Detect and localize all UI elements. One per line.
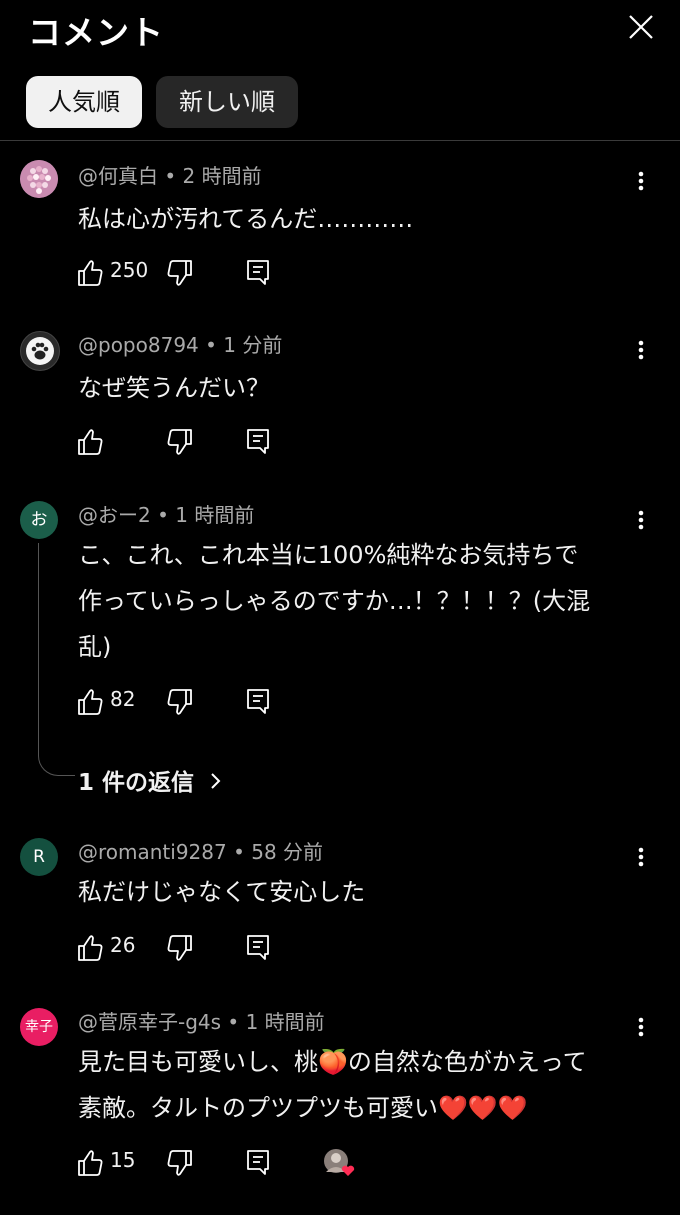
reply-comment-icon xyxy=(247,260,269,285)
thumb-up-icon xyxy=(78,1150,103,1176)
comment-meta: @何真白 • 2 時間前 xyxy=(78,160,262,189)
more-vert-icon xyxy=(638,171,644,191)
comment-time: 2 時間前 xyxy=(182,164,262,188)
meta-separator: • xyxy=(198,333,224,357)
thumb-down-icon xyxy=(167,429,192,455)
comment-actions: 250 xyxy=(76,256,396,290)
close-button[interactable] xyxy=(620,6,662,48)
reply-button[interactable] xyxy=(244,256,272,290)
chip-newest[interactable]: 新しい順 xyxy=(156,76,298,128)
flower-avatar-icon xyxy=(20,160,58,198)
more-button[interactable] xyxy=(626,1012,656,1042)
paw-avatar-icon xyxy=(26,337,54,365)
reply-comment-icon xyxy=(247,935,269,960)
comment-text: 見た目も可愛いし、桃🍑の自然な色がかえって 素敵。タルトのプツプツも可愛い❤️❤… xyxy=(78,1039,648,1131)
meta-separator: • xyxy=(221,1010,246,1034)
like-count: 82 xyxy=(110,687,136,711)
thumb-down-icon xyxy=(167,689,192,715)
comment-actions: 82 xyxy=(76,685,396,719)
view-replies-button[interactable]: 1 件の返信 xyxy=(78,763,224,797)
more-vert-icon xyxy=(638,847,644,867)
avatar[interactable]: 幸子 xyxy=(20,1008,58,1046)
more-button[interactable] xyxy=(626,335,656,365)
thread-line xyxy=(38,543,75,776)
comment-text-line: 作っていらっしゃるのですか…！？！！？(大混 xyxy=(78,587,591,615)
avatar[interactable]: R xyxy=(20,838,58,876)
more-button[interactable] xyxy=(626,842,656,872)
comment-author[interactable]: @おー2 xyxy=(78,503,151,527)
reply-comment-icon xyxy=(247,1150,269,1175)
comment-meta: @おー2 • 1 時間前 xyxy=(78,499,254,528)
avatar[interactable] xyxy=(20,160,58,198)
reply-button[interactable] xyxy=(244,931,272,965)
comment-text: 私は心が汚れてるんだ………… xyxy=(78,205,414,233)
comment-author[interactable]: @何真白 xyxy=(78,164,158,188)
thumb-down-icon xyxy=(167,935,192,961)
dislike-button[interactable] xyxy=(166,685,194,719)
comment-author[interactable]: @romanti9287 xyxy=(78,840,227,864)
comment-time: 1 分前 xyxy=(223,333,283,357)
like-count: 250 xyxy=(110,258,149,282)
thumb-down-icon xyxy=(167,260,192,286)
comment-meta: @popo8794 • 1 分前 xyxy=(78,329,282,358)
reply-button[interactable] xyxy=(244,425,272,459)
thumb-down-icon xyxy=(167,1150,192,1176)
dislike-button[interactable] xyxy=(166,931,194,965)
more-button[interactable] xyxy=(626,166,656,196)
more-button[interactable] xyxy=(626,505,656,535)
close-icon xyxy=(629,15,653,39)
comment-text-line: 見た目も可愛いし、桃🍑の自然な色がかえって xyxy=(78,1048,587,1076)
thumb-up-icon xyxy=(78,935,103,961)
comment-text-line: 乱) xyxy=(78,633,112,661)
like-button[interactable] xyxy=(76,1146,104,1180)
creator-heart-badge xyxy=(322,1146,358,1180)
replies-label: 1 件の返信 xyxy=(78,770,195,796)
like-button[interactable] xyxy=(76,425,104,459)
chip-top[interactable]: 人気順 xyxy=(26,76,142,128)
comment-text-line: 素敵。タルトのプツプツも可愛い❤️❤️❤️ xyxy=(78,1094,528,1122)
reply-button[interactable] xyxy=(244,1146,272,1180)
comment-text-line: こ、これ、これ本当に100%純粋なお気持ちで xyxy=(78,541,579,569)
comment-author[interactable]: @菅原幸子-g4s xyxy=(78,1010,221,1034)
comment-text: なぜ笑うんだい？ xyxy=(78,374,270,402)
thumb-up-icon xyxy=(78,260,103,286)
meta-separator: • xyxy=(150,503,176,527)
dislike-button[interactable] xyxy=(166,256,194,290)
header: コメント xyxy=(0,0,680,60)
avatar[interactable]: お xyxy=(20,501,58,539)
like-count: 15 xyxy=(110,1148,136,1172)
like-count: 26 xyxy=(110,933,136,957)
reply-button[interactable] xyxy=(244,685,272,719)
meta-separator: • xyxy=(226,840,252,864)
like-button[interactable] xyxy=(76,931,104,965)
thumb-up-icon xyxy=(78,689,103,715)
like-button[interactable] xyxy=(76,256,104,290)
comment-meta: @菅原幸子-g4s • 1 時間前 xyxy=(78,1006,325,1035)
comment-actions: 26 xyxy=(76,931,396,965)
more-vert-icon xyxy=(638,340,644,360)
creator-heart-icon xyxy=(324,1149,355,1176)
comment-actions: 15 xyxy=(76,1146,396,1180)
comment-meta: @romanti9287 • 58 分前 xyxy=(78,836,323,865)
reply-comment-icon xyxy=(247,689,269,714)
chevron-right-icon xyxy=(211,773,221,789)
more-vert-icon xyxy=(638,510,644,530)
panel-title: コメント xyxy=(28,13,164,52)
like-button[interactable] xyxy=(76,685,104,719)
comment-time: 1 時間前 xyxy=(245,1010,325,1034)
dislike-button[interactable] xyxy=(166,425,194,459)
comment-author[interactable]: @popo8794 xyxy=(78,333,199,357)
meta-separator: • xyxy=(158,164,183,188)
thumb-up-icon xyxy=(78,429,103,455)
dislike-button[interactable] xyxy=(166,1146,194,1180)
reply-comment-icon xyxy=(247,429,269,454)
more-vert-icon xyxy=(638,1017,644,1037)
comment-actions xyxy=(76,425,396,459)
comment-text: こ、これ、これ本当に100%純粋なお気持ちで 作っていらっしゃるのですか…！？！… xyxy=(78,532,648,670)
divider xyxy=(0,140,680,141)
comment-text: 私だけじゃなくて安心した xyxy=(78,878,366,906)
comment-time: 1 時間前 xyxy=(175,503,255,527)
avatar[interactable] xyxy=(20,331,60,371)
comment-time: 58 分前 xyxy=(251,840,324,864)
